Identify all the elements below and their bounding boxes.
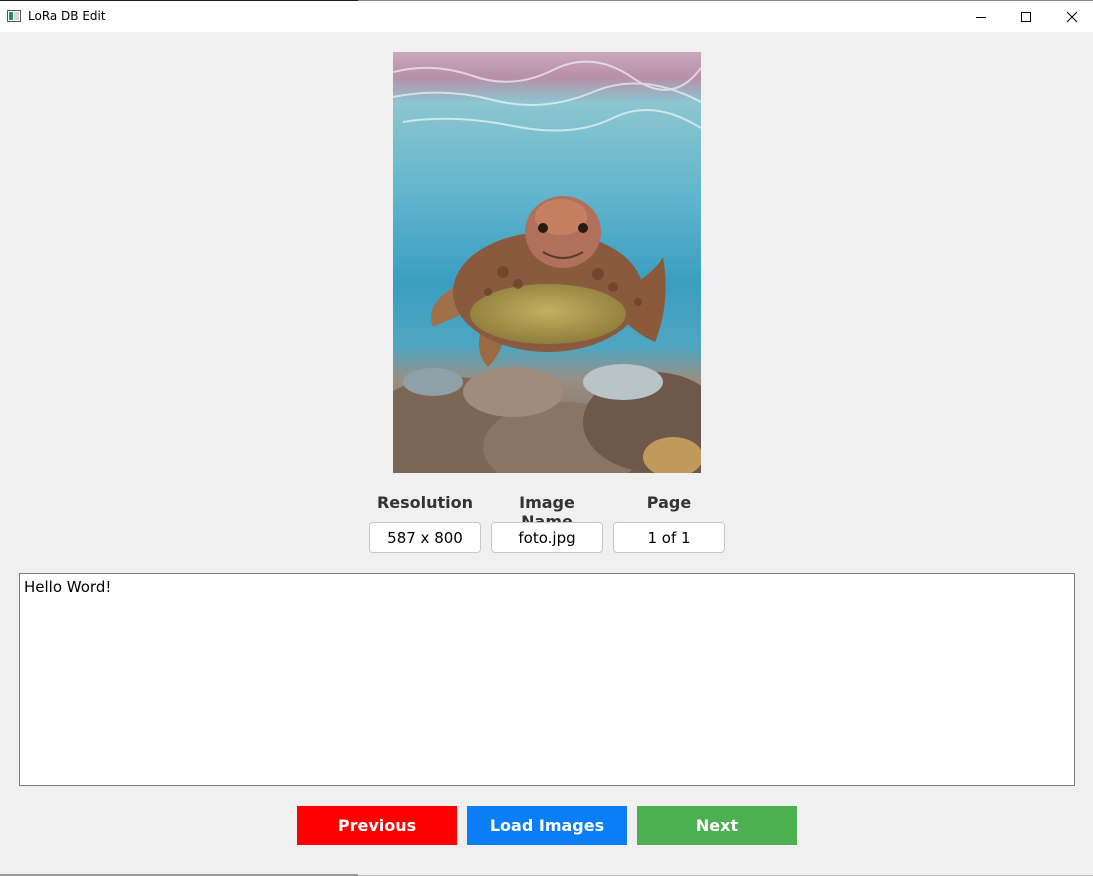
turtle-photo (393, 52, 701, 473)
resolution-label: Resolution (376, 493, 474, 512)
resolution-field: 587 x 800 (369, 522, 481, 553)
load-images-button[interactable]: Load Images (467, 806, 627, 845)
previous-button[interactable]: Previous (297, 806, 457, 845)
minimize-button[interactable] (958, 2, 1004, 32)
image-preview (393, 52, 701, 473)
close-icon (1066, 11, 1078, 23)
page-label: Page (646, 493, 692, 512)
close-button[interactable] (1049, 2, 1093, 32)
app-icon (7, 10, 21, 22)
caption-textarea[interactable]: Hello Word! (19, 573, 1075, 786)
next-button[interactable]: Next (637, 806, 797, 845)
image-name-field: foto.jpg (491, 522, 603, 553)
page-field: 1 of 1 (613, 522, 725, 553)
maximize-button[interactable] (1003, 2, 1049, 32)
maximize-icon (1021, 12, 1031, 22)
window-title: LoRa DB Edit (28, 9, 106, 23)
minimize-icon (976, 17, 986, 18)
title-bar[interactable]: LoRa DB Edit (0, 1, 1093, 32)
